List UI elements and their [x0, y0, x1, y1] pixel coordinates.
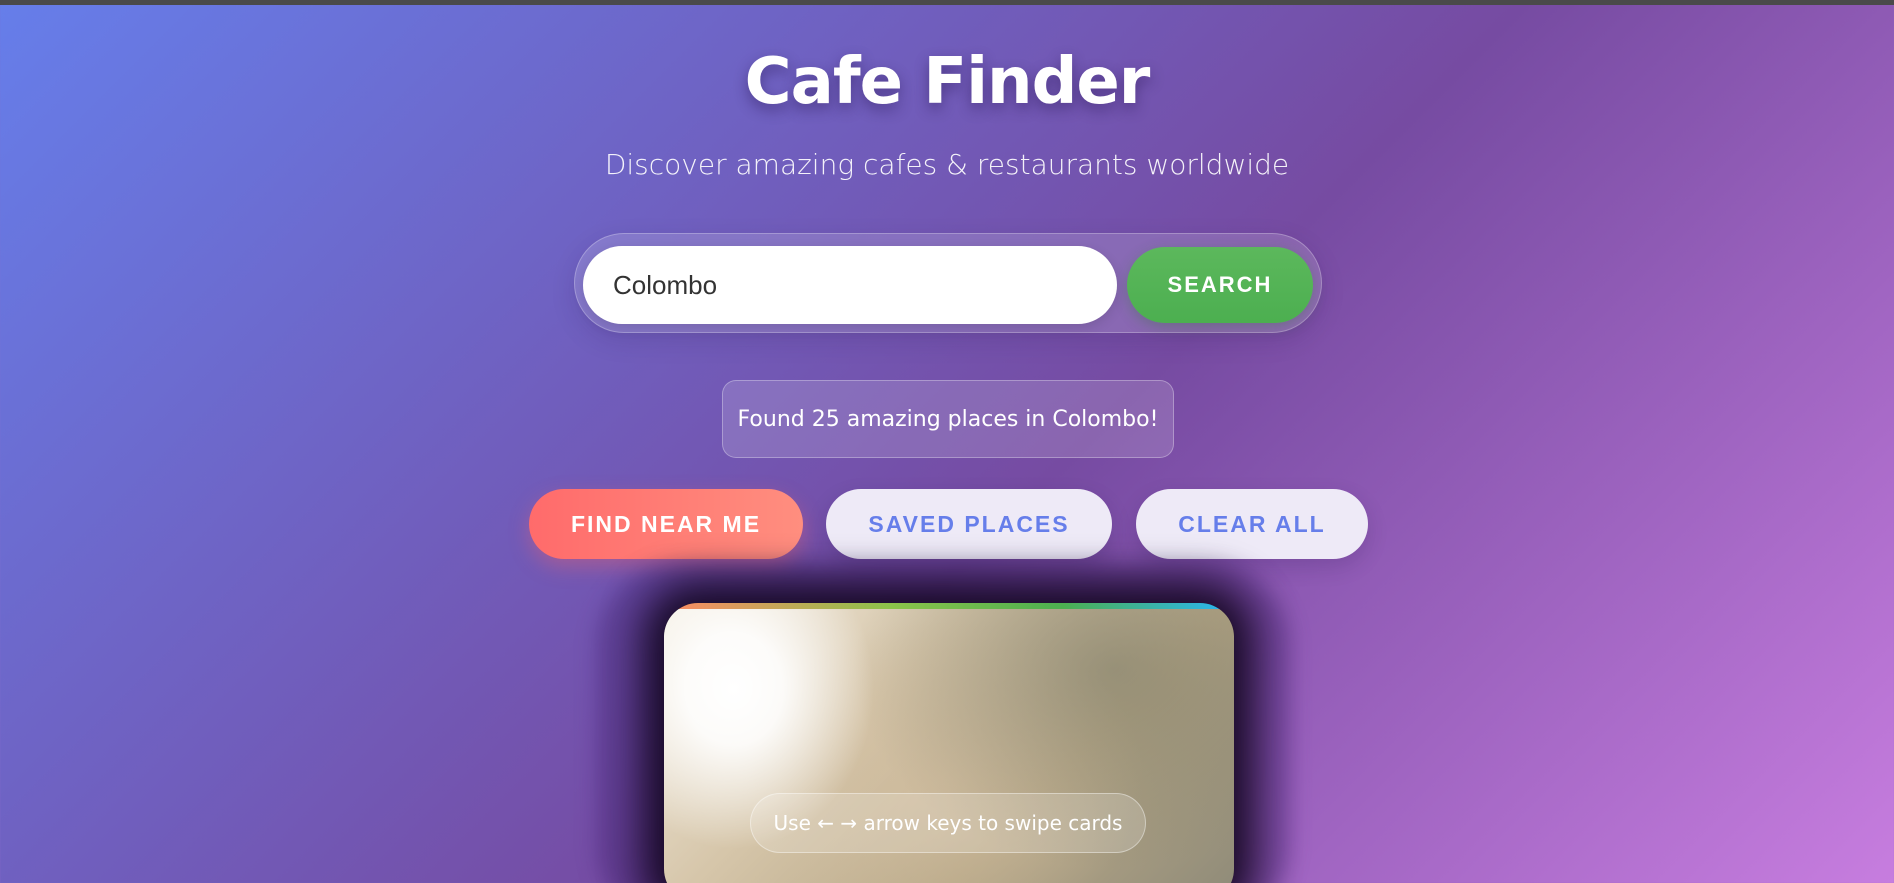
card-accent-stripe	[664, 603, 1234, 609]
browser-top-border	[0, 0, 1894, 5]
clear-all-button[interactable]: CLEAR ALL	[1136, 489, 1368, 559]
search-button[interactable]: SEARCH	[1127, 247, 1313, 323]
find-near-me-button[interactable]: FIND NEAR ME	[529, 489, 803, 559]
saved-places-button[interactable]: SAVED PLACES	[826, 489, 1112, 559]
results-status-message: Found 25 amazing places in Colombo!	[722, 380, 1174, 458]
search-input[interactable]	[583, 246, 1117, 324]
swipe-hint-text: Use ← → arrow keys to swipe cards	[773, 811, 1123, 835]
page-subtitle: Discover amazing cafes & restaurants wor…	[604, 148, 1290, 181]
results-status-text: Found 25 amazing places in Colombo!	[737, 406, 1159, 432]
search-bar: SEARCH	[574, 233, 1322, 333]
swipe-hint: Use ← → arrow keys to swipe cards	[750, 793, 1146, 853]
page-title: Cafe Finder	[744, 45, 1151, 119]
